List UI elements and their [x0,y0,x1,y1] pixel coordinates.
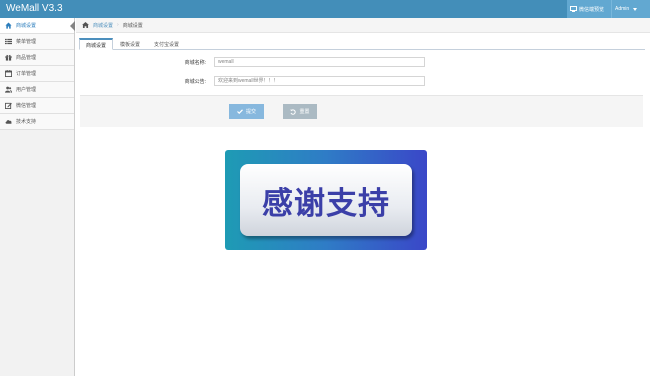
sidebar-item-label: 用户管理 [16,87,37,93]
caret-down-icon [633,7,638,11]
reset-label: 重置 [299,109,310,115]
sidebar-item-tech-support[interactable]: 技术支持 [0,114,74,130]
top-navbar: WeMall V3.3 微信端预览 Admin [0,0,650,18]
home-icon [5,22,12,29]
thanks-banner-image: 感谢支持 [225,150,427,250]
user-menu-toggle[interactable]: Admin [611,0,650,18]
store-name-label: 商城名称: [184,59,206,66]
settings-tabs: 商城设置 模板设置 支付宝设置 [79,38,645,50]
sidebar-item-label: 菜单管理 [16,39,37,45]
breadcrumb-current: 商城设置 [122,22,143,29]
edit-icon [5,102,12,109]
form-actions: 提交 重置 [80,95,643,127]
sidebar-item-wechat-management[interactable]: 微信管理 [0,98,74,114]
wechat-preview-button[interactable]: 微信端预览 [567,0,611,18]
breadcrumb-root-link[interactable]: 商城设置 [93,22,113,29]
sidebar-item-store-settings[interactable]: 商城设置 [0,18,75,34]
store-notice-input[interactable]: 欢迎来到wemall世界！！！ [214,76,425,86]
tab-store-settings[interactable]: 商城设置 [79,38,114,50]
breadcrumb: 商城设置 › 商城设置 [76,18,650,33]
submit-label: 提交 [245,109,256,115]
sidebar-item-label: 微信管理 [16,103,37,109]
submit-button[interactable]: 提交 [229,104,264,119]
tab-alipay-settings[interactable]: 支付宝设置 [147,38,186,50]
store-notice-label: 商城公告: [184,78,206,85]
store-name-row: 商城名称: wemall [0,57,425,67]
list-icon [5,38,12,45]
store-notice-row: 商城公告: 欢迎来到wemall世界！！！ [0,76,425,86]
reset-button[interactable]: 重置 [283,104,317,119]
app-brand[interactable]: WeMall V3.3 [6,2,63,16]
banner-key: 感谢支持 [240,164,412,236]
sidebar: 商城设置 菜单管理 商品管理 订单管理 用户管理 微信管理 技术支持 [0,18,75,376]
monitor-icon [570,6,577,12]
breadcrumb-separator-icon: › [117,22,119,28]
cloud-icon [5,120,12,124]
user-name: Admin [615,6,630,12]
tab-template-settings[interactable]: 模板设置 [113,38,147,50]
users-icon [5,86,12,93]
undo-icon [290,108,297,115]
wechat-preview-label: 微信端预览 [579,6,605,13]
home-icon [82,22,89,28]
sidebar-item-menu-management[interactable]: 菜单管理 [0,34,74,50]
check-icon [237,109,243,114]
store-name-input[interactable]: wemall [214,57,425,67]
sidebar-item-label: 技术支持 [16,119,37,125]
sidebar-item-label: 商城设置 [16,23,37,29]
banner-text: 感谢支持 [262,185,390,222]
